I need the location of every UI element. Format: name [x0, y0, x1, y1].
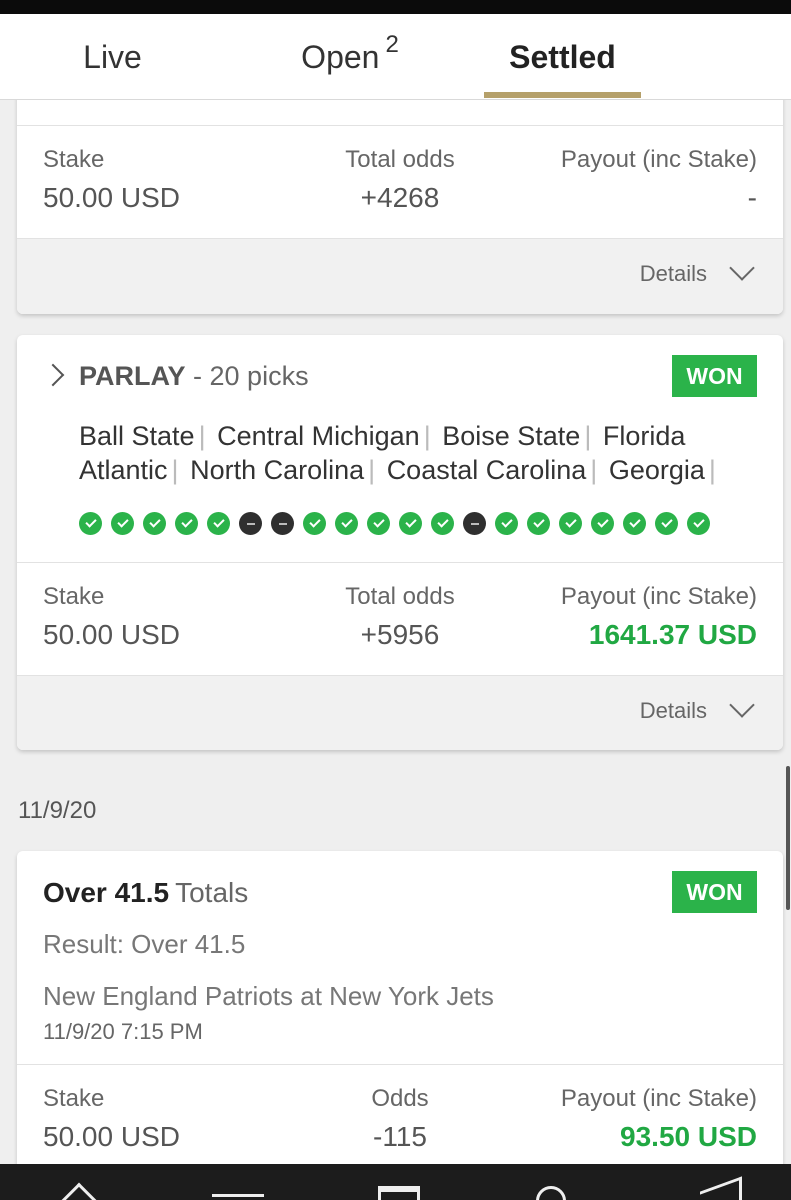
menu-icon[interactable] — [212, 1194, 264, 1197]
payout-value: - — [747, 182, 757, 213]
odds-value: +4268 — [360, 182, 440, 213]
team-name: Georgia — [608, 455, 705, 485]
selection: Over 41.5 — [43, 877, 170, 908]
promotions-icon[interactable] — [700, 1176, 742, 1200]
parlay-bet-card: PARLAY - 20 picks WON Ball State | Centra… — [17, 335, 783, 750]
pick-won-icon — [303, 512, 326, 535]
bet-summary-row: Stake 50.00 USD Total odds +4268 Payout (i… — [17, 125, 783, 237]
bet-card: Stake 50.00 USD Total odds +4268 Payout (i… — [17, 80, 783, 314]
team-name: North Carolina — [190, 455, 365, 485]
pick-won-icon — [111, 512, 134, 535]
team-name: Coastal Carolina — [386, 455, 587, 485]
event-name: New England Patriots at New York Jets — [43, 981, 494, 1011]
pick-won-icon — [527, 512, 550, 535]
selection-title: Over 41.5 Totals — [43, 877, 248, 909]
pick-won-icon — [559, 512, 582, 535]
bet-result: Result: Over 41.5 — [43, 929, 246, 959]
pick-push-icon — [239, 512, 262, 535]
event-time: 11/9/20 7:15 PM — [43, 1019, 203, 1044]
bet-slip-icon[interactable] — [378, 1186, 420, 1200]
tab-settled[interactable]: Settled — [484, 14, 641, 100]
market-name: Totals — [175, 877, 249, 908]
team-name: Ball State — [79, 421, 195, 451]
bet-summary-row: Stake 50.00 USD Total odds +5956 Payout (i… — [17, 562, 783, 674]
chevron-right-icon[interactable] — [41, 363, 65, 387]
details-toggle[interactable]: Details — [17, 675, 783, 750]
open-count-badge: 2 — [385, 31, 399, 58]
pick-won-icon — [431, 512, 454, 535]
payout-value: 1641.37 USD — [588, 619, 757, 650]
pick-won-icon — [79, 512, 102, 535]
payout-label: Payout (inc Stake) — [560, 1085, 757, 1112]
pick-count: - 20 picks — [185, 361, 309, 391]
scrollbar[interactable] — [786, 766, 790, 910]
pick-won-icon — [623, 512, 646, 535]
tab-open-label: Open — [301, 38, 380, 75]
pick-won-icon — [495, 512, 518, 535]
payout-label: Payout (inc Stake) — [560, 146, 757, 173]
pick-push-icon — [463, 512, 486, 535]
won-badge: WON — [672, 355, 757, 397]
bottom-nav — [0, 1164, 791, 1200]
odds-value: +5956 — [360, 619, 440, 650]
odds-label: Total odds — [345, 146, 455, 173]
payout-label: Payout (inc Stake) — [560, 583, 757, 610]
active-tab-indicator — [484, 92, 641, 98]
pick-won-icon — [335, 512, 358, 535]
team-name: Boise State — [442, 421, 581, 451]
single-bet-card: Over 41.5 Totals WON Result: Over 41.5 Ne… — [17, 851, 783, 1181]
stake-label: Stake — [43, 583, 105, 610]
odds-label: Total odds — [345, 583, 455, 610]
details-label: Details — [639, 261, 707, 286]
pick-won-icon — [143, 512, 166, 535]
parlay-title[interactable]: PARLAY - 20 picks — [79, 361, 309, 392]
pick-results — [79, 512, 710, 535]
pick-won-icon — [399, 512, 422, 535]
details-label: Details — [639, 698, 707, 723]
chevron-down-icon — [729, 255, 755, 281]
tab-live[interactable]: Live — [40, 14, 185, 100]
odds-value: -115 — [373, 1121, 427, 1152]
stake-label: Stake — [43, 146, 105, 173]
bet-type: PARLAY — [79, 361, 186, 391]
details-toggle[interactable]: Details — [17, 238, 783, 314]
odds-label: Odds — [371, 1085, 429, 1112]
bet-tabs: Live Open 2 Settled — [0, 14, 791, 100]
account-icon[interactable] — [536, 1186, 566, 1200]
home-icon[interactable] — [60, 1182, 98, 1200]
pick-push-icon — [271, 512, 294, 535]
status-bar — [0, 0, 791, 14]
pick-won-icon — [687, 512, 710, 535]
tab-live-label: Live — [83, 38, 142, 75]
date-group-header: 11/9/20 — [18, 797, 97, 824]
stake-value: 50.00 USD — [43, 619, 180, 650]
tab-settled-label: Settled — [509, 38, 616, 75]
chevron-down-icon — [729, 692, 755, 718]
pick-won-icon — [207, 512, 230, 535]
payout-value: 93.50 USD — [620, 1121, 757, 1152]
stake-value: 50.00 USD — [43, 182, 180, 213]
pick-won-icon — [175, 512, 198, 535]
tab-open[interactable]: Open 2 — [270, 14, 430, 100]
bet-summary-row: Stake 50.00 USD Odds -115 Payout (inc Stak… — [17, 1064, 783, 1176]
pick-won-icon — [591, 512, 614, 535]
pick-won-icon — [655, 512, 678, 535]
won-badge: WON — [672, 871, 757, 913]
parlay-teams: Ball State | Central Michigan | Boise Stat… — [79, 421, 716, 485]
pick-won-icon — [367, 512, 390, 535]
stake-value: 50.00 USD — [43, 1121, 180, 1152]
team-name: Central Michigan — [217, 421, 420, 451]
stake-label: Stake — [43, 1085, 105, 1112]
